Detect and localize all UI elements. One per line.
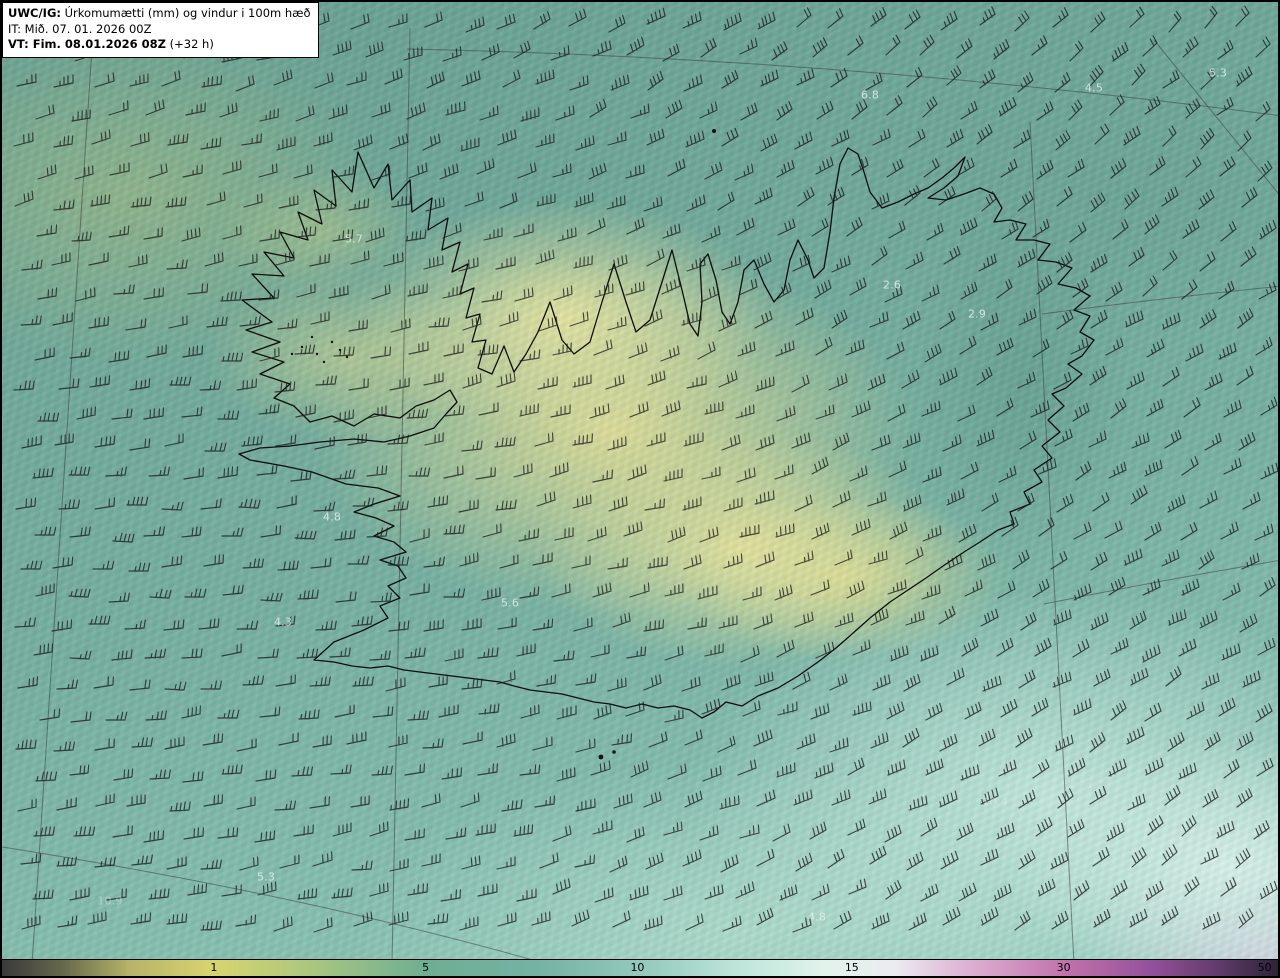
- legend-valid-time-offset: (+32 h): [165, 37, 214, 52]
- legend-box: UWC/IG: Úrkomumætti (mm) og vindur i 100…: [2, 2, 319, 58]
- map-canvas: [2, 2, 1278, 964]
- colorbar-tick: 50: [1257, 961, 1272, 974]
- legend-valid-time-main: VT: Fim. 08.01.2026 08Z: [8, 37, 166, 52]
- legend-init-time: IT: Mið. 07. 01. 2026 00Z: [8, 21, 152, 36]
- colorbar-tick: 1: [210, 961, 218, 974]
- colorbar-tick: 5: [422, 961, 430, 974]
- legend-product-name: Úrkomumætti (mm) og vindur i 100m hæð: [60, 6, 311, 20]
- precipitation-colorbar: 1 5 10 15 30 50: [2, 959, 1278, 976]
- iceland-coastline: [238, 147, 1095, 719]
- weather-map-window: 5.3 4.5 6.8 5.7 2.6 2.9 4.8 5.6 4.3 10.4 5.3 10.9 4.…: [0, 0, 1280, 978]
- wind-barbs-layer: [13, 5, 1278, 933]
- legend-model-id: UWC/IG:: [8, 6, 61, 20]
- legend-line-title: UWC/IG: Úrkomumætti (mm) og vindur i 100…: [8, 6, 311, 22]
- graticule: [2, 2, 1278, 964]
- colorbar-tick: 30: [1056, 961, 1071, 974]
- colorbar-tick: 15: [844, 961, 859, 974]
- colorbar-tick: 10: [630, 961, 645, 974]
- legend-valid-time: VT: Fim. 08.01.2026 08Z (+32 h): [8, 37, 311, 53]
